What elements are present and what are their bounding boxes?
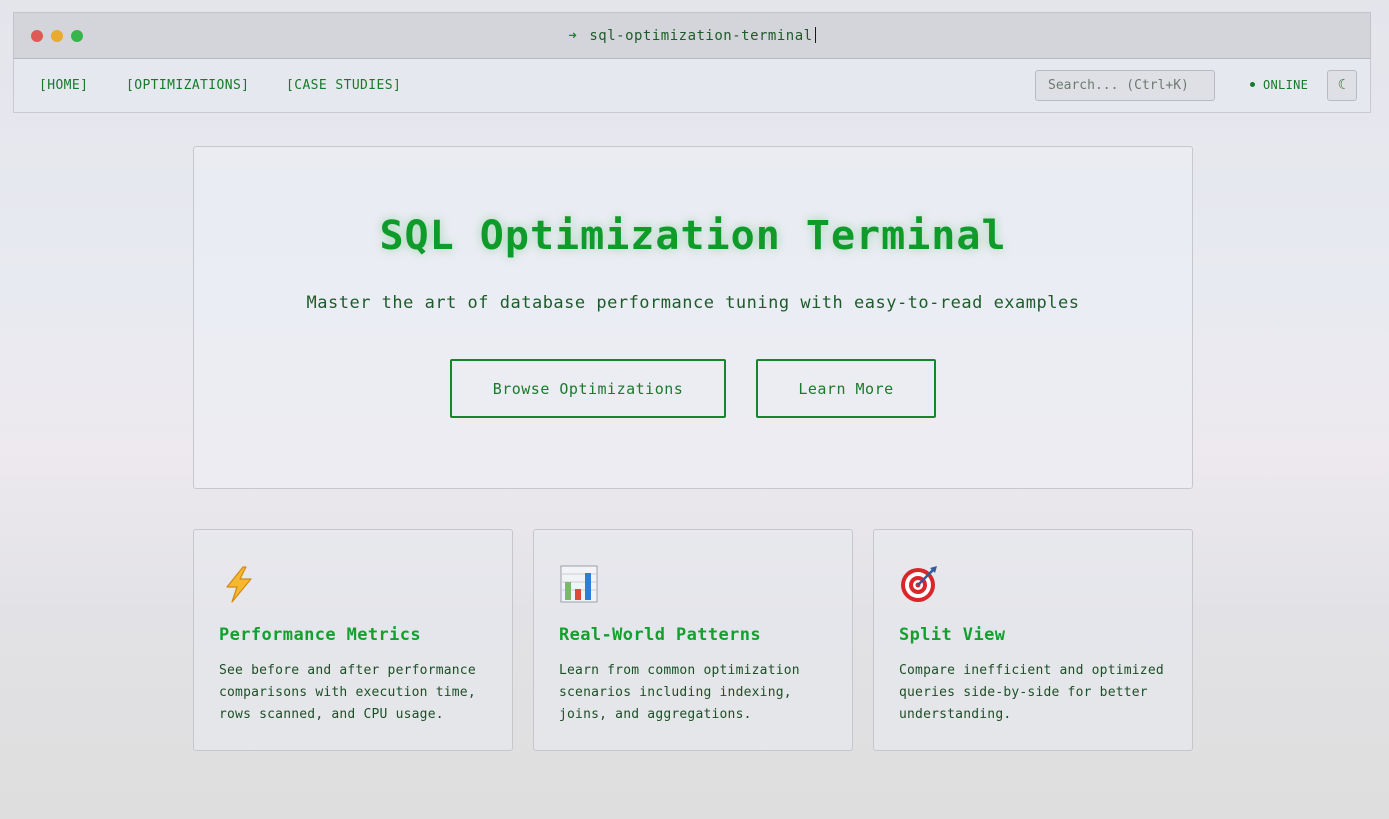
window-title: ➜ sql-optimization-terminal (14, 27, 1370, 44)
search-input[interactable] (1035, 70, 1215, 101)
feature-description: See before and after performance compari… (219, 663, 476, 722)
nav-link-optimizations[interactable]: [OPTIMIZATIONS] (126, 78, 249, 93)
feature-title: Split View (899, 625, 1006, 645)
bar-chart-icon (560, 565, 598, 603)
status-dot-icon (1250, 82, 1255, 87)
feature-card-performance-metrics: Performance Metrics See before and after… (193, 529, 513, 751)
window-title-text: sql-optimization-terminal (589, 28, 813, 44)
theme-toggle-button[interactable]: ☾ (1327, 70, 1357, 101)
feature-card-split-view: Split View Compare inefficient and optim… (873, 529, 1193, 751)
arrow-right-icon: ➜ (568, 28, 578, 44)
text-cursor (814, 27, 816, 43)
browse-optimizations-button[interactable]: Browse Optimizations (450, 359, 726, 418)
feature-title: Real-World Patterns (559, 625, 762, 645)
hero-panel: SQL Optimization Terminal Master the art… (193, 146, 1193, 489)
feature-description: Compare inefficient and optimized querie… (899, 663, 1164, 722)
feature-card-real-world-patterns: Real-World Patterns Learn from common op… (533, 529, 853, 751)
page-title: SQL Optimization Terminal (379, 213, 1007, 259)
learn-more-button[interactable]: Learn More (756, 359, 936, 418)
moon-icon: ☾ (1337, 77, 1347, 93)
status-label: ONLINE (1263, 78, 1309, 92)
nav-link-home[interactable]: [HOME] (39, 78, 88, 93)
status-indicator: ONLINE (1250, 78, 1308, 92)
target-icon (901, 566, 937, 602)
lightning-icon (226, 566, 252, 603)
hero-subtitle: Master the art of database performance t… (306, 293, 1080, 313)
feature-title: Performance Metrics (219, 625, 422, 645)
window-title-bar: ➜ sql-optimization-terminal (13, 12, 1371, 59)
nav-link-case-studies[interactable]: [CASE STUDIES] (286, 78, 401, 93)
nav-bar: [HOME] [OPTIMIZATIONS] [CASE STUDIES] ON… (13, 59, 1371, 113)
feature-description: Learn from common optimization scenarios… (559, 663, 800, 722)
